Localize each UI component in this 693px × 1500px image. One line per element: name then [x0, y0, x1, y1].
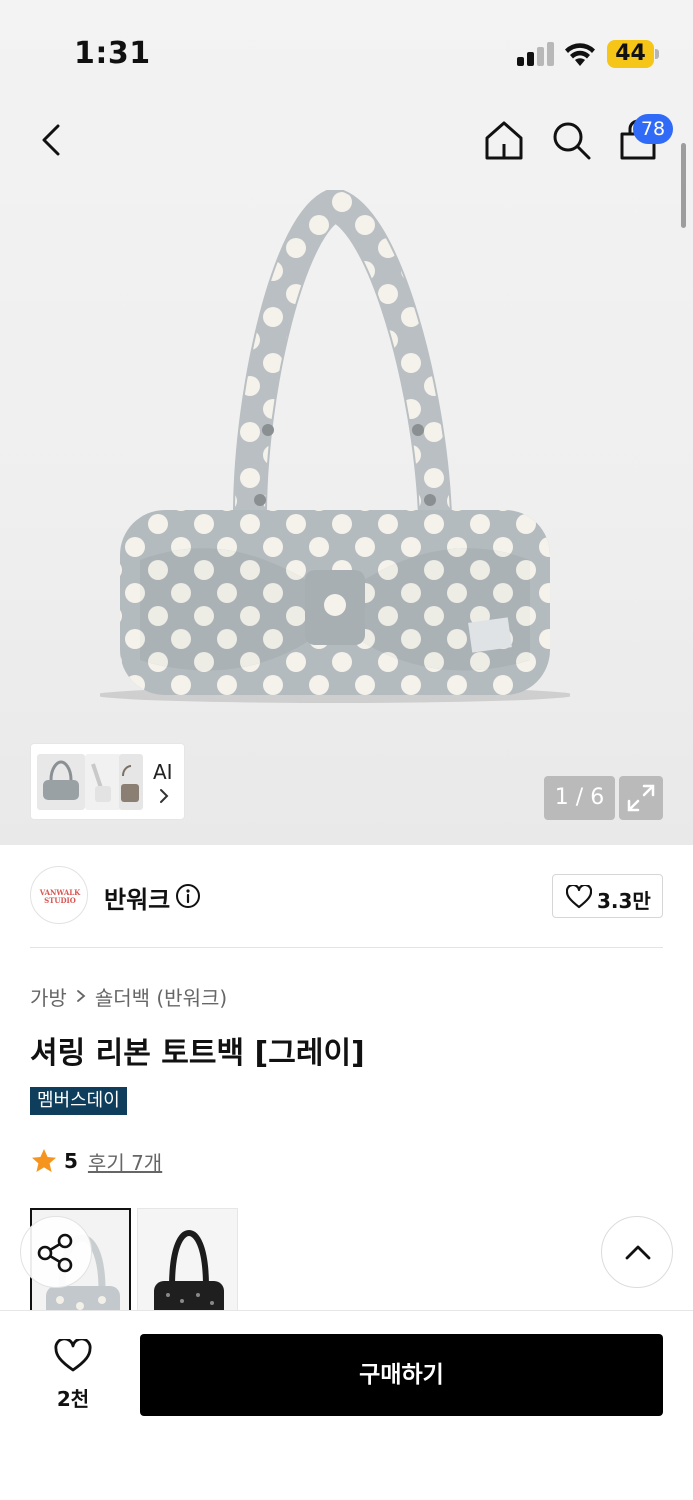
star-icon: [32, 1149, 56, 1172]
product-gallery[interactable]: 1:31 44 78 AI 1 / 6: [0, 0, 693, 845]
expand-icon: [627, 784, 655, 812]
brand-name[interactable]: 반워크: [104, 880, 170, 915]
brand-logo[interactable]: VANWALK STUDIO: [30, 866, 88, 924]
heart-icon: [54, 1339, 92, 1372]
scroll-to-top-button[interactable]: [601, 1216, 673, 1288]
wifi-icon: [565, 43, 595, 66]
home-icon[interactable]: [482, 118, 526, 162]
buy-button[interactable]: 구매하기: [140, 1334, 663, 1416]
cart-count-badge: 78: [633, 114, 673, 144]
review-count-link[interactable]: 후기 7개: [88, 1147, 162, 1176]
chevron-left-icon[interactable]: [30, 118, 74, 162]
rating-score: 5: [64, 1149, 78, 1173]
share-icon: [37, 1233, 73, 1273]
option-image-black: [138, 1209, 237, 1312]
product-image[interactable]: [100, 190, 570, 720]
status-bar: 1:31 44: [0, 0, 693, 100]
breadcrumb-item-category[interactable]: 가방: [30, 982, 67, 1011]
status-time: 1:31: [74, 36, 151, 71]
expand-button[interactable]: [619, 776, 663, 820]
wishlist-button[interactable]: 2천: [40, 1333, 106, 1413]
chevron-right-icon: [76, 990, 86, 1002]
ai-label: AI: [153, 760, 173, 784]
brand-like-count: 3.3만: [597, 889, 651, 913]
ai-similar-items[interactable]: AI: [30, 743, 185, 820]
scrollbar[interactable]: [681, 143, 686, 228]
search-icon[interactable]: [549, 118, 593, 162]
brand-row: VANWALK STUDIO 반워크 3.3만: [30, 866, 663, 926]
signal-icon: [517, 42, 554, 66]
brand-like-button[interactable]: 3.3만: [552, 874, 663, 918]
chevron-right-icon: [160, 789, 169, 803]
bottom-action-bar: 2천 구매하기: [0, 1310, 693, 1500]
gallery-page-indicator: 1 / 6: [544, 776, 615, 820]
battery-level: 44: [615, 41, 646, 66]
brand-logo-text: STUDIO: [44, 896, 76, 905]
share-button[interactable]: [20, 1216, 92, 1288]
wishlist-count: 2천: [56, 1387, 90, 1411]
color-option-black[interactable]: [137, 1208, 238, 1313]
member-day-badge: 멤버스데이: [30, 1087, 127, 1115]
breadcrumb: 가방 숄더백 (반워크): [30, 982, 227, 1010]
ai-thumbnail-3: [119, 754, 143, 810]
info-icon[interactable]: [175, 883, 201, 909]
battery-tip: [655, 49, 659, 59]
rating-row: 5 후기 7개: [30, 1146, 162, 1176]
ai-thumbnail-1: [37, 754, 85, 810]
battery-indicator: 44: [607, 40, 659, 68]
heart-icon: [566, 885, 592, 909]
product-title: 셔링 리본 토트백 [그레이]: [30, 1036, 365, 1071]
ai-thumbnail-2: [85, 754, 121, 810]
breadcrumb-item-subcategory[interactable]: 숄더백 (반워크): [95, 982, 227, 1011]
chevron-up-icon: [625, 1245, 651, 1260]
divider: [30, 947, 663, 948]
